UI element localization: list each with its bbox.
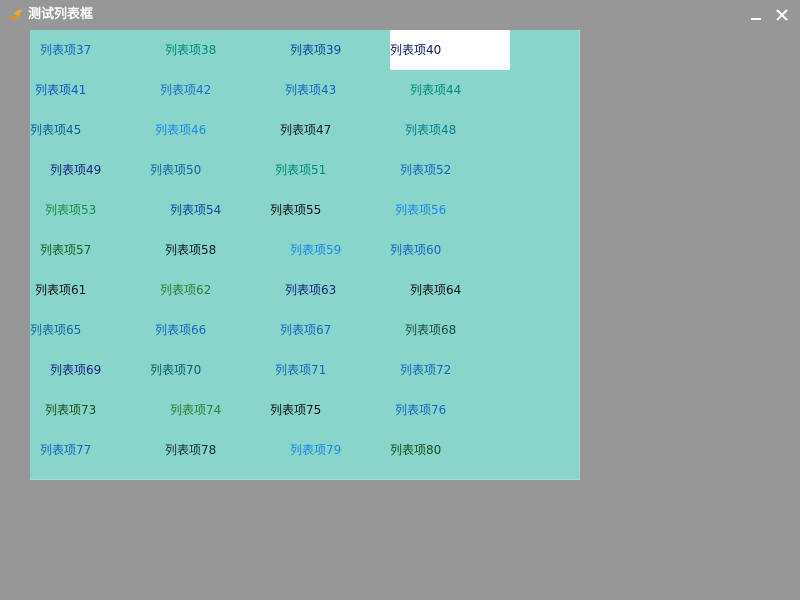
list-box[interactable]: 列表项37 列表项38 列表项39 列表项40 列表项41 列表项42 列表项43 列表项44… <box>30 30 580 480</box>
list-item[interactable]: 列表项63 <box>285 270 336 310</box>
list-item[interactable]: 列表项75 <box>270 390 321 430</box>
list-item[interactable]: 列表项44 <box>410 70 461 110</box>
list-item-selected[interactable]: 列表项40 <box>390 30 510 70</box>
list-item[interactable]: 列表项55 <box>270 190 321 230</box>
minimize-icon[interactable] <box>747 6 765 24</box>
list-item[interactable]: 列表项41 <box>35 70 86 110</box>
list-item[interactable]: 列表项74 <box>170 390 221 430</box>
list-item[interactable]: 列表项42 <box>160 70 211 110</box>
list-item[interactable]: 列表项51 <box>275 150 326 190</box>
list-item[interactable]: 列表项73 <box>45 390 96 430</box>
list-item[interactable]: 列表项56 <box>395 190 446 230</box>
list-item[interactable]: 列表项43 <box>285 70 336 110</box>
list-item[interactable]: 列表项67 <box>280 310 331 350</box>
list-item[interactable]: 列表项70 <box>150 350 201 390</box>
list-item[interactable]: 列表项68 <box>405 310 456 350</box>
list-item[interactable]: 列表项76 <box>395 390 446 430</box>
list-item[interactable]: 列表项57 <box>40 230 91 270</box>
list-item[interactable]: 列表项52 <box>400 150 451 190</box>
list-item[interactable]: 列表项38 <box>165 30 216 70</box>
list-item[interactable]: 列表项78 <box>165 430 216 470</box>
list-item[interactable]: 列表项39 <box>290 30 341 70</box>
window-title: 测试列表框 <box>28 7 94 22</box>
list-item[interactable]: 列表项72 <box>400 350 451 390</box>
list-item[interactable]: 列表项49 <box>50 150 101 190</box>
list-item[interactable]: 列表项47 <box>280 110 331 150</box>
list-item[interactable]: 列表项59 <box>290 230 341 270</box>
list-item[interactable]: 列表项37 <box>40 30 91 70</box>
list-item[interactable]: 列表项45 <box>30 110 81 150</box>
list-item[interactable]: 列表项53 <box>45 190 96 230</box>
list-item[interactable]: 列表项64 <box>410 270 461 310</box>
list-item[interactable]: 列表项54 <box>170 190 221 230</box>
list-item[interactable]: 列表项58 <box>165 230 216 270</box>
title-bar[interactable]: 测试列表框 <box>0 0 800 30</box>
list-item[interactable]: 列表项71 <box>275 350 326 390</box>
list-item[interactable]: 列表项48 <box>405 110 456 150</box>
list-item[interactable]: 列表项80 <box>390 430 441 470</box>
list-item[interactable]: 列表项66 <box>155 310 206 350</box>
list-item[interactable]: 列表项60 <box>390 230 441 270</box>
list-item[interactable]: 列表项61 <box>35 270 86 310</box>
list-item[interactable]: 列表项65 <box>30 310 81 350</box>
list-item[interactable]: 列表项77 <box>40 430 91 470</box>
list-item[interactable]: 列表项79 <box>290 430 341 470</box>
close-icon[interactable] <box>773 6 791 24</box>
app-logo-icon <box>8 7 24 23</box>
list-item[interactable]: 列表项50 <box>150 150 201 190</box>
list-item[interactable]: 列表项46 <box>155 110 206 150</box>
list-item[interactable]: 列表项62 <box>160 270 211 310</box>
list-item[interactable]: 列表项69 <box>50 350 101 390</box>
